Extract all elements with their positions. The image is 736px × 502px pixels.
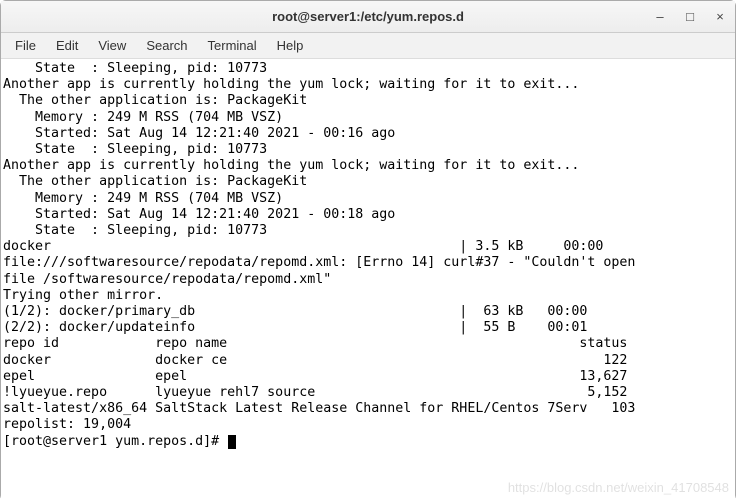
window-titlebar: root@server1:/etc/yum.repos.d – □ × [1,1,735,33]
close-icon: × [716,9,724,24]
terminal-line: docker | 3.5 kB 00:00 [3,239,733,255]
terminal-line: State : Sleeping, pid: 10773 [3,142,733,158]
terminal-line: file /softwaresource/repodata/repomd.xml… [3,272,733,288]
minimize-icon: – [656,9,663,24]
terminal-line: Started: Sat Aug 14 12:21:40 2021 - 00:1… [3,207,733,223]
menu-view[interactable]: View [90,36,134,55]
terminal-line: The other application is: PackageKit [3,93,733,109]
minimize-button[interactable]: – [651,8,669,26]
terminal-line: docker docker ce 122 [3,353,733,369]
terminal-line: Memory : 249 M RSS (704 MB VSZ) [3,191,733,207]
terminal-line: epel epel 13,627 [3,369,733,385]
terminal-line: Another app is currently holding the yum… [3,158,733,174]
watermark-text: https://blog.csdn.net/weixin_41708548 [508,480,729,496]
terminal-line: !lyueyue.repo lyueyue rehl7 source 5,152 [3,385,733,401]
menubar: File Edit View Search Terminal Help [1,33,735,59]
terminal-line: salt-latest/x86_64 SaltStack Latest Rele… [3,401,733,417]
close-button[interactable]: × [711,8,729,26]
maximize-icon: □ [686,9,694,24]
terminal-line: Trying other mirror. [3,288,733,304]
menu-file[interactable]: File [7,36,44,55]
terminal-cursor [228,435,236,449]
terminal-prompt: [root@server1 yum.repos.d]# [3,434,227,449]
terminal-line: (2/2): docker/updateinfo | 55 B 00:01 [3,320,733,336]
menu-search[interactable]: Search [138,36,195,55]
maximize-button[interactable]: □ [681,8,699,26]
terminal-output[interactable]: State : Sleeping, pid: 10773Another app … [1,59,735,502]
terminal-line: (1/2): docker/primary_db | 63 kB 00:00 [3,304,733,320]
terminal-line: repo id repo name status [3,336,733,352]
terminal-line: Started: Sat Aug 14 12:21:40 2021 - 00:1… [3,126,733,142]
terminal-line: Memory : 249 M RSS (704 MB VSZ) [3,110,733,126]
menu-help[interactable]: Help [269,36,312,55]
terminal-line: The other application is: PackageKit [3,174,733,190]
terminal-line: repolist: 19,004 [3,417,733,433]
window-controls: – □ × [651,8,729,26]
terminal-line: file:///softwaresource/repodata/repomd.x… [3,255,733,271]
window-title: root@server1:/etc/yum.repos.d [1,9,735,24]
menu-edit[interactable]: Edit [48,36,86,55]
terminal-prompt-line[interactable]: [root@server1 yum.repos.d]# [3,434,733,450]
terminal-line: Another app is currently holding the yum… [3,77,733,93]
terminal-line: State : Sleeping, pid: 10773 [3,61,733,77]
menu-terminal[interactable]: Terminal [200,36,265,55]
terminal-line: State : Sleeping, pid: 10773 [3,223,733,239]
